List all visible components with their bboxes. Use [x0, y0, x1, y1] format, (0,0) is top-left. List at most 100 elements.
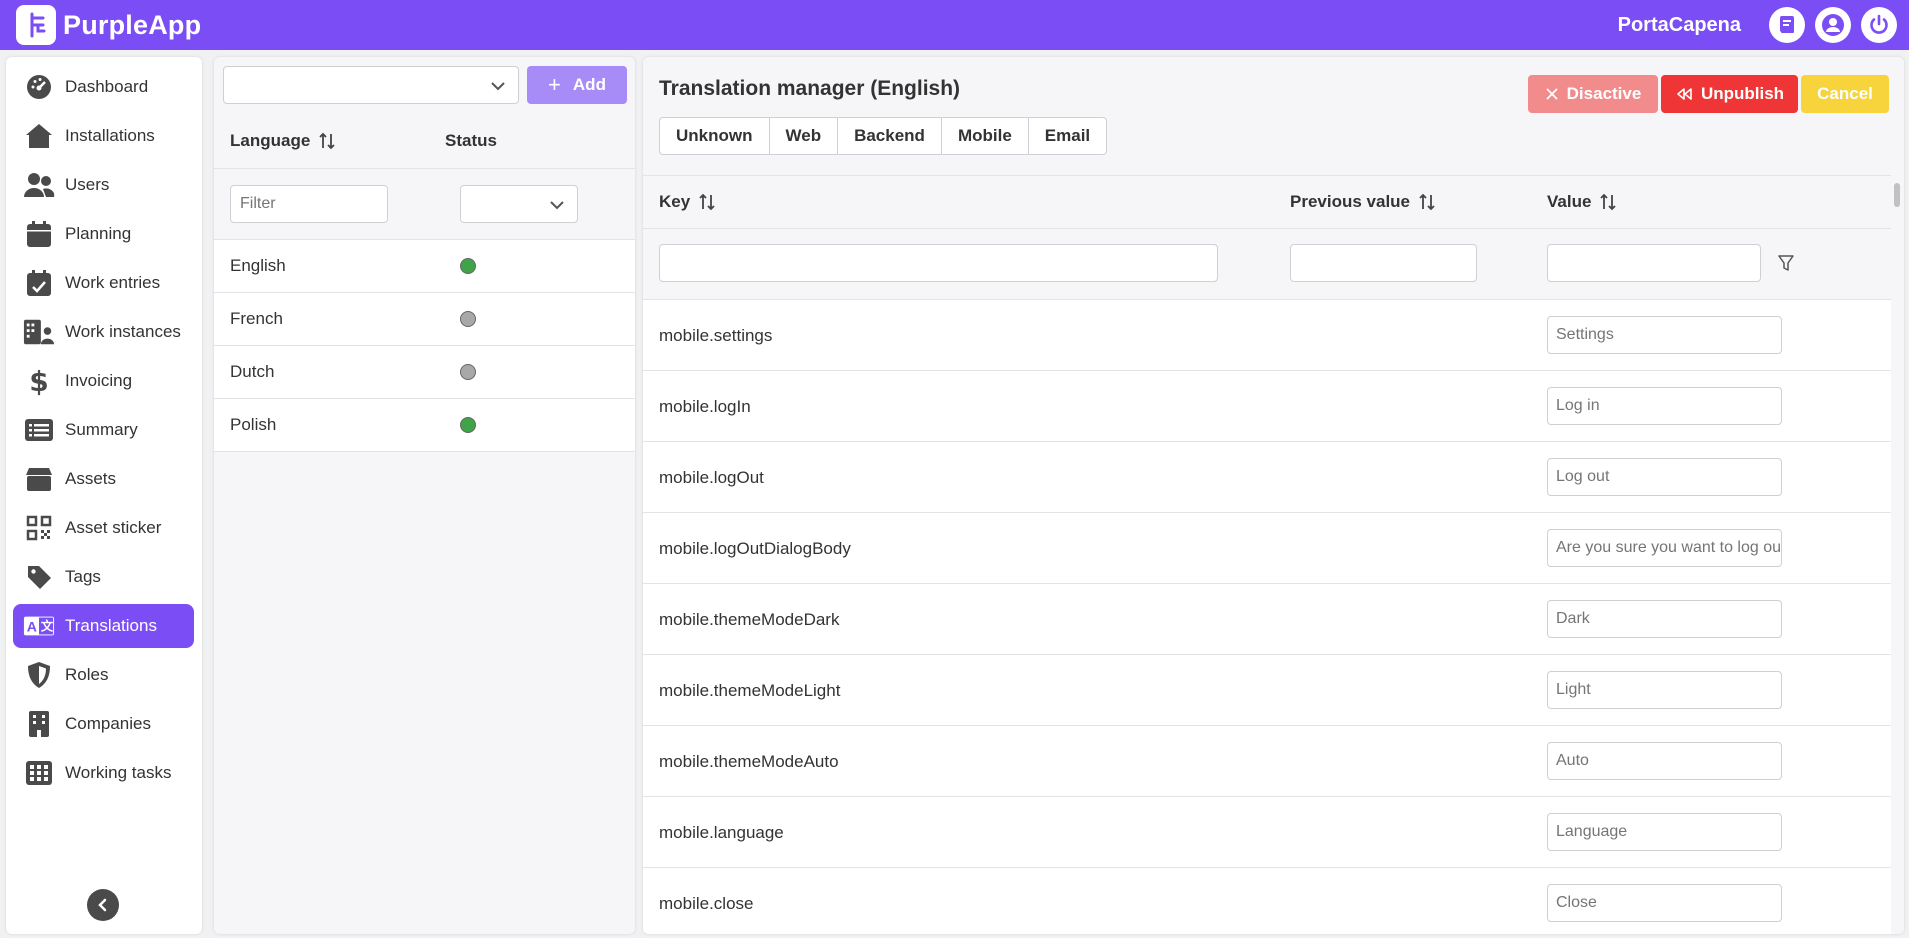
sidebar: Dashboard Installations Users Planning W… — [6, 57, 202, 934]
users-icon — [23, 169, 55, 201]
status-active-indicator — [460, 258, 476, 274]
translation-value-input[interactable] — [1547, 813, 1782, 851]
house-icon — [23, 120, 55, 152]
translation-value-input[interactable] — [1547, 742, 1782, 780]
column-language-label: Language — [230, 131, 311, 150]
scrollbar[interactable] — [1891, 175, 1904, 934]
key-filter-input[interactable] — [659, 244, 1218, 282]
tab-backend[interactable]: Backend — [838, 118, 942, 154]
user-icon[interactable] — [1815, 7, 1851, 43]
translation-value-input[interactable] — [1547, 600, 1782, 638]
sidebar-item-label: Roles — [65, 665, 109, 684]
language-filter-input[interactable] — [230, 185, 388, 223]
table-row: mobile.settings — [643, 300, 1891, 371]
translation-manager: Translation manager (English) Unknown We… — [643, 57, 1904, 934]
translation-value-input[interactable] — [1547, 387, 1782, 425]
add-language-button[interactable]: + Add — [527, 66, 627, 104]
cancel-button[interactable]: Cancel — [1801, 75, 1889, 113]
sidebar-item-label: Planning — [65, 224, 132, 243]
chevron-down-icon — [549, 197, 565, 218]
translation-value-input[interactable] — [1547, 884, 1782, 922]
status-filter-select[interactable] — [460, 185, 578, 223]
svg-text:A: A — [27, 619, 37, 635]
sort-icon — [319, 132, 335, 150]
sidebar-item-summary[interactable]: Summary — [13, 408, 194, 452]
tag-icon — [23, 561, 55, 593]
column-key-label: Key — [659, 192, 691, 211]
status-inactive-indicator — [460, 311, 476, 327]
sort-icon — [1600, 193, 1617, 211]
value-filter-input[interactable] — [1547, 244, 1761, 282]
collapse-sidebar-button[interactable] — [87, 889, 119, 921]
plus-icon: + — [548, 72, 561, 97]
language-row[interactable]: Dutch — [214, 346, 635, 399]
scrollbar-thumb[interactable] — [1894, 183, 1900, 207]
tenant-name[interactable]: PortaCapena — [1618, 14, 1741, 37]
tab-unknown[interactable]: Unknown — [660, 118, 770, 154]
translation-key: mobile.language — [659, 823, 784, 842]
add-label: Add — [572, 75, 606, 94]
box-icon — [23, 463, 55, 495]
power-icon[interactable] — [1861, 7, 1897, 43]
unpublish-label: Unpublish — [1700, 84, 1785, 103]
column-language[interactable]: Language — [214, 131, 445, 151]
language-row[interactable]: Polish — [214, 399, 635, 452]
tab-mobile[interactable]: Mobile — [942, 118, 1029, 154]
sidebar-item-installations[interactable]: Installations — [13, 114, 194, 158]
sidebar-item-work-instances[interactable]: Work instances — [13, 310, 194, 354]
sidebar-item-tags[interactable]: Tags — [13, 555, 194, 599]
sidebar-item-working-tasks[interactable]: Working tasks — [13, 751, 194, 795]
translation-value-input[interactable] — [1547, 316, 1782, 354]
sidebar-item-dashboard[interactable]: Dashboard — [13, 65, 194, 109]
sidebar-item-label: Work entries — [65, 273, 161, 292]
building-user-icon — [23, 316, 55, 348]
filter-icon[interactable] — [1777, 254, 1795, 277]
sidebar-item-label: Users — [65, 175, 110, 194]
sidebar-item-users[interactable]: Users — [13, 163, 194, 207]
sidebar-item-translations[interactable]: A文 Translations — [13, 604, 194, 648]
previous-value-filter-input[interactable] — [1290, 244, 1477, 282]
app-name: PurpleApp — [63, 9, 202, 40]
sidebar-item-label: Asset sticker — [65, 518, 162, 537]
disactive-button[interactable]: Disactive — [1528, 75, 1658, 113]
language-row[interactable]: English — [214, 240, 635, 293]
translation-key: mobile.themeModeDark — [659, 610, 840, 629]
table-row: mobile.themeModeLight — [643, 655, 1891, 726]
sort-icon — [699, 193, 715, 211]
translation-value-input[interactable] — [1547, 458, 1782, 496]
sidebar-item-label: Working tasks — [65, 763, 172, 782]
translation-value-input[interactable] — [1547, 529, 1782, 567]
sidebar-item-label: Tags — [65, 567, 101, 586]
sidebar-item-companies[interactable]: Companies — [13, 702, 194, 746]
sidebar-item-planning[interactable]: Planning — [13, 212, 194, 256]
translation-value-input[interactable] — [1547, 671, 1782, 709]
sidebar-item-asset-sticker[interactable]: Asset sticker — [13, 506, 194, 550]
table-row: mobile.logIn — [643, 371, 1891, 442]
app-logo[interactable]: PurpleApp — [16, 5, 201, 45]
language-select[interactable] — [223, 66, 519, 104]
language-table: Language Status English French Dutch Pol… — [214, 114, 635, 452]
translation-rows: mobile.settings mobile.logIn mobile.logO… — [643, 300, 1891, 934]
column-key[interactable]: Key — [659, 192, 716, 212]
language-filter-row — [214, 169, 635, 240]
column-previous-value[interactable]: Previous value — [1290, 192, 1436, 212]
language-name: French — [230, 309, 283, 328]
close-icon — [1545, 87, 1559, 101]
translation-table-header: Key Previous value Value — [643, 175, 1891, 229]
unpublish-button[interactable]: Unpublish — [1661, 75, 1798, 113]
sidebar-item-roles[interactable]: Roles — [13, 653, 194, 697]
dollar-icon: $ — [29, 364, 49, 398]
sidebar-item-label: Companies — [65, 714, 151, 733]
book-icon[interactable] — [1769, 7, 1805, 43]
sidebar-item-work-entries[interactable]: Work entries — [13, 261, 194, 305]
column-value[interactable]: Value — [1547, 192, 1617, 212]
sidebar-item-invoicing[interactable]: $ Invoicing — [13, 359, 194, 403]
dashboard-icon — [23, 71, 55, 103]
page-title: Translation manager (English) — [659, 77, 961, 100]
sidebar-item-assets[interactable]: Assets — [13, 457, 194, 501]
tab-web[interactable]: Web — [770, 118, 839, 154]
sidebar-item-label: Translations — [65, 616, 157, 635]
column-status: Status — [445, 131, 497, 150]
language-row[interactable]: French — [214, 293, 635, 346]
tab-email[interactable]: Email — [1029, 118, 1106, 154]
